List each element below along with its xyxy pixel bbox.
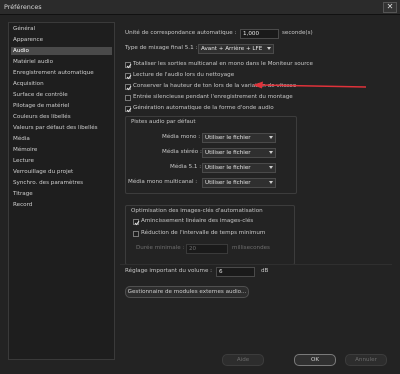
help-button[interactable]: Aide xyxy=(222,354,264,366)
min-duration-label: Durée minimale : xyxy=(136,245,185,251)
track-mono-multichannel-value: Utiliser le fichier xyxy=(205,180,251,186)
footer-divider xyxy=(120,264,392,265)
mix-type-value: Avant + Arrière + LFE xyxy=(201,46,263,52)
sidebar-item-capture[interactable]: Acquisition xyxy=(11,80,112,88)
track-stereo-select[interactable]: Utiliser le fichier xyxy=(202,148,276,158)
volume-adjust-field[interactable]: 6 xyxy=(216,267,255,277)
min-duration-unit: millisecondes xyxy=(232,245,270,251)
min-duration-field[interactable]: 20 xyxy=(186,244,228,254)
chevron-down-icon xyxy=(269,151,273,154)
close-button[interactable]: ✕ xyxy=(383,2,397,13)
preferences-window: Préférences ✕ Général Apparence Audio Ma… xyxy=(0,0,400,374)
checkbox-min-interval[interactable] xyxy=(133,231,139,237)
track-mono-label: Média mono : xyxy=(162,134,201,140)
track-51-value: Utiliser le fichier xyxy=(205,165,251,171)
track-stereo-value: Utiliser le fichier xyxy=(205,150,251,156)
sidebar-item-auto-save[interactable]: Enregistrement automatique xyxy=(11,69,112,77)
sidebar-item-appearance[interactable]: Apparence xyxy=(11,36,112,44)
checkbox-sum-multichannel[interactable] xyxy=(125,62,132,69)
auto-match-unit: seconde(s) xyxy=(282,30,313,36)
checkbox-linear-keyframe[interactable] xyxy=(133,219,140,226)
sidebar-item-project-locking[interactable]: Verrouillage du projet xyxy=(11,168,112,176)
checkbox-scrub-audio[interactable] xyxy=(125,73,132,80)
sidebar-item-audio[interactable]: Audio xyxy=(11,47,112,55)
sidebar-item-titler[interactable]: Titrage xyxy=(11,190,112,198)
track-mono-multichannel-select[interactable]: Utiliser le fichier xyxy=(202,178,276,188)
sidebar: Général Apparence Audio Matériel audio E… xyxy=(8,22,115,360)
default-tracks-title: Pistes audio par défaut xyxy=(131,119,196,125)
sidebar-item-general[interactable]: Général xyxy=(11,25,112,33)
auto-match-label: Unité de correspondance automatique : xyxy=(125,30,237,36)
checkbox-min-interval-label: Réduction de l'intervalle de temps minim… xyxy=(141,230,266,236)
track-mono-multichannel-label: Média mono multicanal : xyxy=(128,179,198,185)
ok-button[interactable]: OK xyxy=(294,354,336,366)
checkbox-linear-keyframe-label: Amincissement linéaire des images-clés xyxy=(141,218,254,224)
track-mono-select[interactable]: Utiliser le fichier xyxy=(202,133,276,143)
sidebar-item-control-surface[interactable]: Surface de contrôle xyxy=(11,91,112,99)
sidebar-item-playback[interactable]: Lecture xyxy=(11,157,112,165)
auto-match-field[interactable]: 1,000 xyxy=(240,29,279,39)
sidebar-item-sync-settings[interactable]: Synchro. des paramètres xyxy=(11,179,112,187)
checkbox-mute-input-label: Entrée silencieuse pendant l'enregistrem… xyxy=(133,94,293,100)
chevron-down-icon xyxy=(269,166,273,169)
mix-type-select[interactable]: Avant + Arrière + LFE xyxy=(198,44,274,54)
title-bar: Préférences ✕ xyxy=(0,0,400,15)
keyframe-optimization-title: Optimisation des images-clés d'automatis… xyxy=(131,208,263,214)
chevron-down-icon xyxy=(269,181,273,184)
annotation-arrow-icon xyxy=(253,81,367,89)
window-title: Préférences xyxy=(4,3,42,11)
track-51-select[interactable]: Utiliser le fichier xyxy=(202,163,276,173)
sidebar-item-label-colors[interactable]: Couleurs des libellés xyxy=(11,113,112,121)
chevron-down-icon xyxy=(269,136,273,139)
sidebar-item-memory[interactable]: Mémoire xyxy=(11,146,112,154)
checkbox-scrub-audio-label: Lecture de l'audio lors du nettoyage xyxy=(133,72,235,78)
cancel-button[interactable]: Annuler xyxy=(345,354,387,366)
checkbox-auto-waveform[interactable] xyxy=(125,106,132,113)
volume-adjust-unit: dB xyxy=(261,268,269,274)
sidebar-item-record[interactable]: Record xyxy=(11,201,112,209)
sidebar-item-device-control[interactable]: Pilotage de matériel xyxy=(11,102,112,110)
sidebar-item-audio-hardware[interactable]: Matériel audio xyxy=(11,58,112,66)
audio-plugin-manager-button[interactable]: Gestionnaire de modules externes audio..… xyxy=(125,286,249,298)
sidebar-item-label-defaults[interactable]: Valeurs par défaut des libellés xyxy=(11,124,112,132)
track-51-label: Média 5.1 : xyxy=(170,164,202,170)
track-stereo-label: Média stéréo : xyxy=(162,149,202,155)
volume-adjust-label: Réglage important du volume : xyxy=(125,268,213,274)
checkbox-mute-input[interactable] xyxy=(125,95,131,101)
checkbox-auto-waveform-label: Génération automatique de la forme d'ond… xyxy=(133,105,274,111)
checkbox-sum-multichannel-label: Totaliser les sorties multicanal en mono… xyxy=(133,61,313,67)
audio-panel: Unité de correspondance automatique : 1,… xyxy=(120,20,392,356)
sidebar-item-media[interactable]: Média xyxy=(11,135,112,143)
checkbox-maintain-pitch[interactable] xyxy=(125,84,132,91)
track-mono-value: Utiliser le fichier xyxy=(205,135,251,141)
mix-type-label: Type de mixage final 5.1 : xyxy=(125,45,198,51)
chevron-down-icon xyxy=(267,47,271,50)
